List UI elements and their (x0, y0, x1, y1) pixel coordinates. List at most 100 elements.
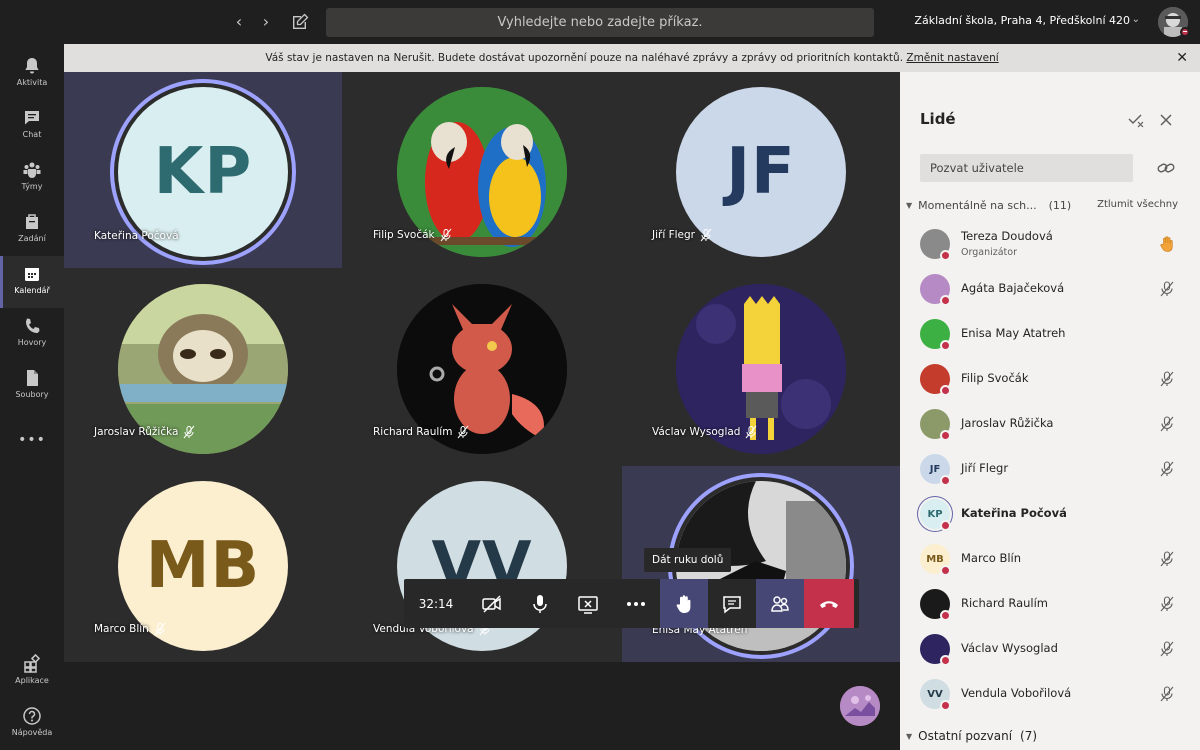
section-count: (11) (1048, 199, 1072, 212)
muted-mic-icon[interactable] (1158, 685, 1176, 703)
rail-item-activity[interactable]: Aktivita (0, 48, 64, 100)
rail-label: Aktivita (16, 78, 48, 87)
hang-up-button[interactable] (804, 579, 854, 628)
participant-tile[interactable]: JF Jiří Flegr (622, 72, 900, 268)
dnd-banner: Váš stav je nastaven na Nerušit. Budete … (64, 44, 1200, 72)
participant-row[interactable]: Filip Svočák (900, 357, 1200, 402)
muted-mic-icon[interactable] (1158, 640, 1176, 658)
dnd-status-icon (940, 565, 951, 576)
rail-label: Kalendář (14, 286, 50, 295)
org-switcher[interactable]: Základní škola, Praha 4, Předškolní 420 (914, 14, 1130, 27)
chevron-down-icon: ▼ (906, 731, 913, 741)
participant-tile[interactable]: Václav Wysoglad (622, 269, 900, 465)
muted-mic-icon[interactable] (1158, 460, 1176, 478)
close-icon[interactable]: ✕ (1176, 44, 1188, 72)
chevron-down-icon[interactable]: ⌄ (1132, 14, 1140, 25)
section-count: (7) (1020, 729, 1038, 743)
muted-mic-icon (458, 425, 469, 439)
rail-item-help[interactable]: Nápověda (0, 698, 64, 750)
muted-mic-icon[interactable] (1158, 595, 1176, 613)
dnd-status-icon (1180, 27, 1190, 37)
camera-off-icon (482, 594, 501, 613)
participant-row[interactable]: Václav Wysoglad (900, 627, 1200, 672)
chat-icon (25, 111, 39, 125)
participant-tile[interactable]: Filip Svočák (343, 72, 621, 268)
panel-title: Lidé (920, 110, 956, 128)
apps-icon (24, 654, 41, 673)
call-controls: 32:14 (404, 579, 859, 628)
muted-mic-icon (440, 228, 452, 242)
rail-label: Zadání (18, 234, 46, 243)
muted-mic-icon[interactable] (1158, 415, 1176, 433)
participant-name: Kateřina Počová (961, 506, 1067, 520)
link-icon[interactable] (1156, 158, 1176, 178)
participant-row[interactable]: Richard Raulím (900, 582, 1200, 627)
participant-tile[interactable]: VV Vendula Vobořilová (343, 466, 621, 662)
stage-footer (64, 662, 900, 750)
invite-user-input[interactable] (920, 154, 1133, 182)
participant-name: Enisa May Atatreh (961, 326, 1066, 340)
rail-item-files[interactable]: Soubory (0, 360, 64, 412)
section-other-invited[interactable]: ▼ Ostatní pozvaní (7) (906, 729, 1037, 743)
people-icon (771, 595, 789, 612)
participant-name: Václav Wysoglad (652, 426, 741, 438)
muted-mic-icon[interactable] (1158, 550, 1176, 568)
compose-icon[interactable] (290, 12, 310, 32)
more-apps-icon[interactable]: ••• (0, 422, 64, 458)
muted-mic-icon[interactable] (1158, 370, 1176, 388)
participant-row[interactable]: JF Jiří Flegr (900, 447, 1200, 492)
close-icon[interactable] (1156, 110, 1176, 130)
stop-sharing-button[interactable] (564, 579, 612, 628)
camera-off-button[interactable] (468, 579, 516, 628)
more-options-button[interactable] (612, 579, 660, 628)
rail-label: Hovory (17, 338, 47, 347)
rail-item-calls[interactable]: Hovory (0, 308, 64, 360)
participant-tile[interactable]: Richard Raulím (343, 269, 621, 465)
participant-row[interactable]: MB Marco Blín (900, 537, 1200, 582)
participant-role: Organizátor (961, 247, 1017, 258)
participant-tile[interactable]: Jaroslav Růžička (64, 269, 342, 465)
rail-item-assignments[interactable]: Zadání (0, 204, 64, 256)
back-arrow-icon[interactable]: ‹ (229, 12, 249, 32)
raised-hand-icon (1158, 235, 1176, 253)
participant-name: Vendula Vobořilová (961, 686, 1072, 700)
participant-name: Agáta Bajačeková (961, 281, 1065, 295)
raise-hand-button[interactable] (660, 579, 708, 628)
teams-icon (23, 162, 41, 178)
self-view-avatar[interactable] (840, 686, 880, 726)
rail-label: Nápověda (11, 728, 53, 737)
rail-item-apps[interactable]: Aplikace (0, 646, 64, 698)
checkmark-icon[interactable] (1126, 110, 1146, 130)
change-settings-link[interactable]: Změnit nastavení (906, 52, 998, 64)
participant-tile[interactable]: KP Kateřina Počová (64, 72, 342, 268)
participant-name: Richard Raulím (961, 596, 1048, 610)
participant-row[interactable]: Tereza Doudová Organizátor (900, 222, 1200, 267)
rail-item-chat[interactable]: Chat (0, 100, 64, 152)
participant-row[interactable]: Agáta Bajačeková (900, 267, 1200, 312)
lower-hand-tooltip: Dát ruku dolů (644, 548, 732, 572)
search-input[interactable]: Vyhledejte nebo zadejte příkaz. (326, 8, 874, 37)
participant-tile[interactable]: MB Marco Blín (64, 466, 342, 662)
microphone-button[interactable] (516, 579, 564, 628)
forward-arrow-icon[interactable]: › (256, 12, 276, 32)
section-label: Momentálně na sch... (918, 199, 1037, 212)
dnd-status-icon (940, 295, 951, 306)
title-bar: ‹ › Vyhledejte nebo zadejte příkaz. Zákl… (0, 0, 1200, 44)
participant-name: Kateřina Počová (94, 230, 179, 242)
participants-button[interactable] (756, 579, 804, 628)
muted-mic-icon (154, 622, 166, 636)
section-in-meeting[interactable]: ▼ Momentálně na sch... (11) (906, 199, 1071, 212)
rail-item-teams[interactable]: Týmy (0, 152, 64, 204)
participant-row[interactable]: Jaroslav Růžička (900, 402, 1200, 447)
participant-row[interactable]: VV Vendula Vobořilová (900, 672, 1200, 717)
rail-item-calendar[interactable]: Kalendář (0, 256, 64, 308)
chat-button[interactable] (708, 579, 756, 628)
participant-row[interactable]: KP Kateřina Počová (900, 492, 1200, 537)
help-icon (23, 707, 41, 725)
participant-name: Marco Blín (94, 623, 149, 635)
rail-label: Aplikace (15, 676, 49, 685)
participant-row[interactable]: Enisa May Atatreh (900, 312, 1200, 357)
muted-mic-icon[interactable] (1158, 280, 1176, 298)
dnd-status-icon (940, 430, 951, 441)
mute-all-button[interactable]: Ztlumit všechny (1097, 199, 1178, 210)
